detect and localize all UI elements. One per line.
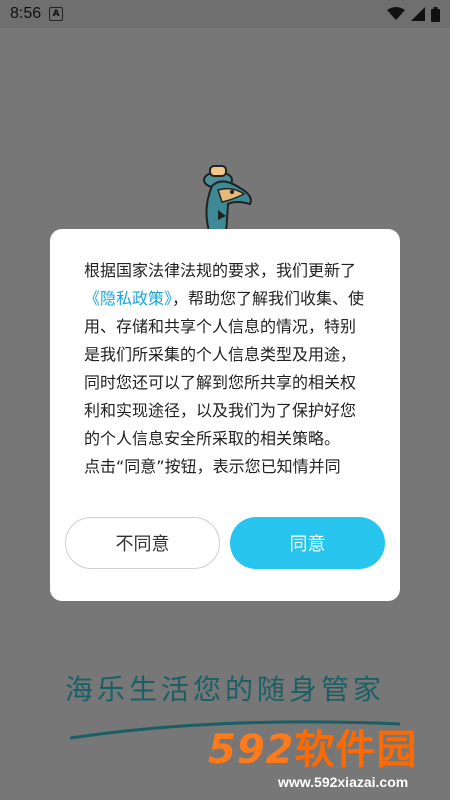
disagree-button[interactable]: 不同意 bbox=[65, 517, 220, 569]
watermark-text: 软件园 bbox=[294, 727, 418, 773]
privacy-dialog: 根据国家法律法规的要求，我们更新了《隐私政策》，帮助您了解我们收集、使用、存储和… bbox=[50, 229, 400, 601]
watermark-url: www.592xiazai.com bbox=[278, 774, 409, 790]
agree-button[interactable]: 同意 bbox=[230, 517, 385, 569]
a-letter-icon: A bbox=[49, 7, 64, 21]
mascot-icon bbox=[203, 165, 252, 235]
watermark-logo: 592软件园 bbox=[208, 730, 418, 770]
status-time: 8:56 bbox=[10, 5, 42, 22]
status-icons bbox=[387, 6, 440, 22]
battery-icon bbox=[431, 6, 440, 22]
body-prefix: 根据国家法律法规的要求，我们更新了 bbox=[84, 261, 357, 280]
dialog-body-text[interactable]: 根据国家法律法规的要求，我们更新了《隐私政策》，帮助您了解我们收集、使用、存储和… bbox=[84, 257, 368, 485]
body-suffix: ，帮助您了解我们收集、使用、存储和共享个人信息的情况，特别是我们所采集的个人信息… bbox=[84, 289, 365, 448]
privacy-policy-link[interactable]: 《隐私政策》 bbox=[84, 289, 172, 308]
body-more: 点击“同意”按钮，表示您已知情并同 bbox=[84, 457, 341, 476]
status-bar: 8:56 A bbox=[0, 0, 450, 28]
watermark: 592软件园 www.592xiazai.com bbox=[208, 730, 438, 794]
signal-icon bbox=[411, 7, 425, 21]
watermark-num: 592 bbox=[208, 727, 295, 773]
wifi-icon bbox=[387, 7, 405, 20]
slogan-text: 海乐生活您的随身管家 bbox=[64, 673, 385, 706]
